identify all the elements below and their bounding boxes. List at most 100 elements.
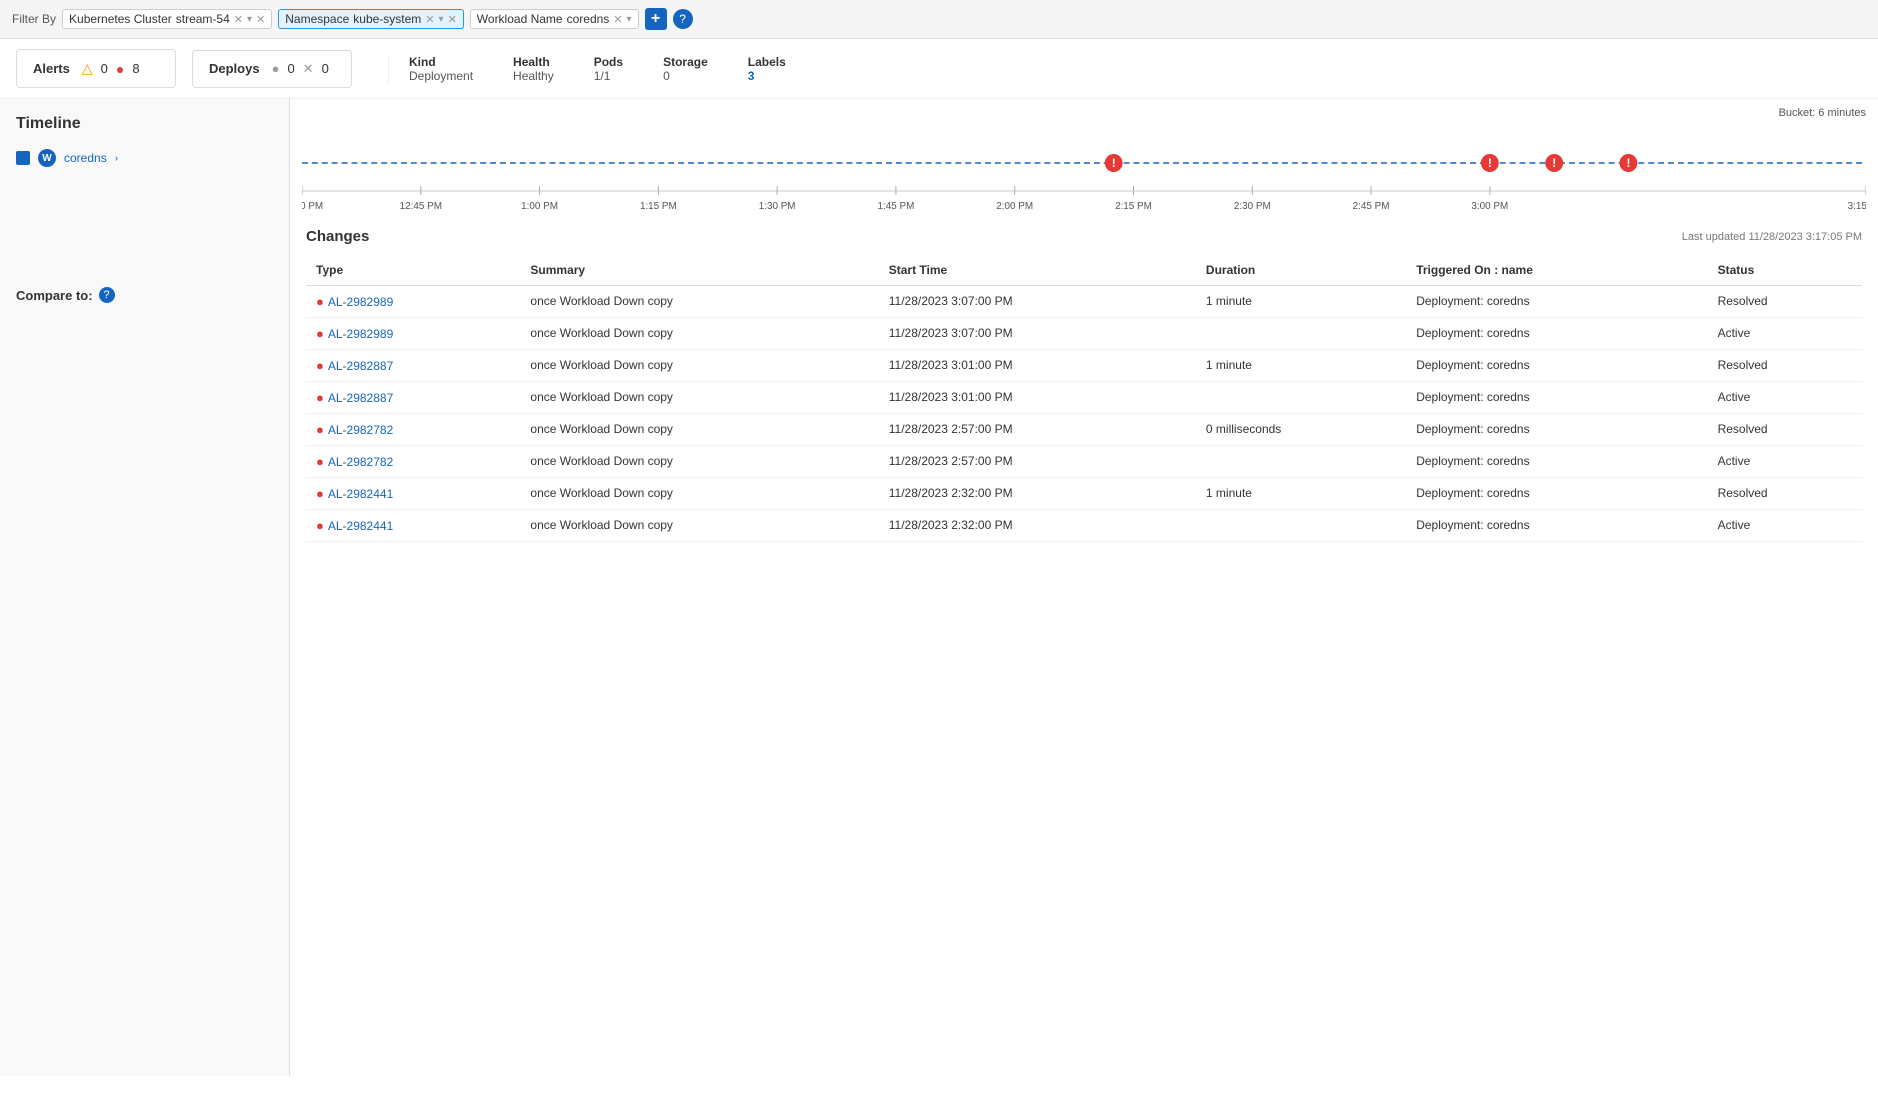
warn-icon: △ <box>82 60 93 77</box>
metric-storage-title: Storage <box>663 55 708 69</box>
metric-pods-title: Pods <box>594 55 623 69</box>
last-updated: Last updated 11/28/2023 3:17:05 PM <box>1682 231 1862 243</box>
alert-link-4[interactable]: AL-2982782 <box>328 423 393 437</box>
metrics-section: Kind Deployment Health Healthy Pods 1/1 … <box>388 55 786 83</box>
cell-start-3: 11/28/2023 3:01:00 PM <box>879 382 1196 414</box>
deploys-label: Deploys <box>209 61 260 76</box>
metric-pods-value: 1/1 <box>594 69 611 83</box>
filter-by-label: Filter By <box>12 12 56 26</box>
cell-summary-4: once Workload Down copy <box>520 414 878 446</box>
cell-start-2: 11/28/2023 3:01:00 PM <box>879 350 1196 382</box>
cell-summary-0: once Workload Down copy <box>520 286 878 318</box>
svg-text:1:00 PM: 1:00 PM <box>521 201 558 212</box>
cell-duration-2: 1 minute <box>1196 350 1406 382</box>
workload-filter-dropdown[interactable]: ▾ <box>627 14 632 25</box>
cell-duration-4: 0 milliseconds <box>1196 414 1406 446</box>
workload-filter-clear[interactable]: ✕ <box>613 13 622 26</box>
svg-text:!: ! <box>1552 156 1556 170</box>
main-content: Timeline W coredns › Compare to: ? Bucke… <box>0 99 1878 1076</box>
cell-start-5: 11/28/2023 2:57:00 PM <box>879 446 1196 478</box>
timeline-coredns-item[interactable]: W coredns › <box>16 149 273 167</box>
k8s-filter-clear[interactable]: ✕ <box>234 13 243 26</box>
cell-type-0: ● AL-2982989 <box>306 286 520 318</box>
filter-add-button[interactable]: + <box>645 8 667 30</box>
cell-duration-7 <box>1196 510 1406 542</box>
filter-chip-workload[interactable]: Workload Name coredns ✕ ▾ <box>470 9 639 29</box>
metric-health: Health Healthy <box>513 55 554 83</box>
cell-start-0: 11/28/2023 3:07:00 PM <box>879 286 1196 318</box>
cell-status-3: Active <box>1708 382 1862 414</box>
cell-start-4: 11/28/2023 2:57:00 PM <box>879 414 1196 446</box>
table-row: ● AL-2982887 once Workload Down copy 11/… <box>306 382 1862 414</box>
alert-link-0[interactable]: AL-2982989 <box>328 295 393 309</box>
namespace-filter-dropdown[interactable]: ▾ <box>439 14 444 25</box>
cell-triggered-3: Deployment: coredns <box>1406 382 1707 414</box>
cell-triggered-4: Deployment: coredns <box>1406 414 1707 446</box>
metric-storage-value: 0 <box>663 69 670 83</box>
metric-kind-value: Deployment <box>409 69 473 83</box>
compare-help-button[interactable]: ? <box>99 287 115 303</box>
cell-status-2: Resolved <box>1708 350 1862 382</box>
metric-labels-value[interactable]: 3 <box>748 69 755 83</box>
svg-text:2:45 PM: 2:45 PM <box>1353 201 1390 212</box>
row-error-icon-0: ● <box>316 294 324 309</box>
alert-link-6[interactable]: AL-2982441 <box>328 487 393 501</box>
cell-summary-6: once Workload Down copy <box>520 478 878 510</box>
namespace-filter-value: kube-system <box>353 12 421 26</box>
table-row: ● AL-2982782 once Workload Down copy 11/… <box>306 446 1862 478</box>
svg-text:!: ! <box>1488 156 1492 170</box>
cell-summary-1: once Workload Down copy <box>520 318 878 350</box>
alert-link-3[interactable]: AL-2982887 <box>328 391 393 405</box>
namespace-filter-remove[interactable]: ✕ <box>448 13 457 26</box>
row-error-icon-4: ● <box>316 422 324 437</box>
row-error-icon-5: ● <box>316 454 324 469</box>
cell-summary-7: once Workload Down copy <box>520 510 878 542</box>
workload-filter-value: coredns <box>567 12 610 26</box>
col-type: Type <box>306 255 520 286</box>
alert-link-5[interactable]: AL-2982782 <box>328 455 393 469</box>
error-count: 8 <box>132 61 139 76</box>
cell-status-6: Resolved <box>1708 478 1862 510</box>
filter-chip-namespace[interactable]: Namespace kube-system ✕ ▾ ✕ <box>278 9 464 29</box>
cell-triggered-7: Deployment: coredns <box>1406 510 1707 542</box>
svg-text:12:45 PM: 12:45 PM <box>400 201 442 212</box>
k8s-filter-label: Kubernetes Cluster <box>69 12 172 26</box>
cell-duration-6: 1 minute <box>1196 478 1406 510</box>
cell-summary-2: once Workload Down copy <box>520 350 878 382</box>
cell-status-1: Active <box>1708 318 1862 350</box>
filter-help-button[interactable]: ? <box>673 9 693 29</box>
metric-pods: Pods 1/1 <box>594 55 623 83</box>
svg-text:1:45 PM: 1:45 PM <box>878 201 915 212</box>
row-error-icon-2: ● <box>316 358 324 373</box>
row-error-icon-3: ● <box>316 390 324 405</box>
namespace-filter-clear[interactable]: ✕ <box>425 13 434 26</box>
metric-labels[interactable]: Labels 3 <box>748 55 786 83</box>
metric-kind-title: Kind <box>409 55 436 69</box>
compare-section: Compare to: ? <box>16 287 273 303</box>
svg-text:3:00 PM: 3:00 PM <box>1471 201 1508 212</box>
cell-duration-1 <box>1196 318 1406 350</box>
metric-labels-title: Labels <box>748 55 786 69</box>
cell-status-4: Resolved <box>1708 414 1862 446</box>
col-status: Status <box>1708 255 1862 286</box>
row-error-icon-6: ● <box>316 486 324 501</box>
k8s-filter-dropdown[interactable]: ▾ <box>247 14 252 25</box>
filter-chip-k8s[interactable]: Kubernetes Cluster stream-54 ✕ ▾ ✕ <box>62 9 272 29</box>
k8s-filter-remove[interactable]: ✕ <box>256 13 265 26</box>
cell-duration-5 <box>1196 446 1406 478</box>
bucket-label: Bucket: 6 minutes <box>290 99 1878 123</box>
table-row: ● AL-2982989 once Workload Down copy 11/… <box>306 318 1862 350</box>
table-row: ● AL-2982989 once Workload Down copy 11/… <box>306 286 1862 318</box>
cell-duration-0: 1 minute <box>1196 286 1406 318</box>
svg-text:!: ! <box>1112 156 1116 170</box>
alert-link-2[interactable]: AL-2982887 <box>328 359 393 373</box>
alert-link-1[interactable]: AL-2982989 <box>328 327 393 341</box>
cell-type-6: ● AL-2982441 <box>306 478 520 510</box>
alerts-card: Alerts △ 0 ● 8 <box>16 49 176 88</box>
sidebar: Timeline W coredns › Compare to: ? <box>0 99 290 1076</box>
col-summary: Summary <box>520 255 878 286</box>
cell-status-5: Active <box>1708 446 1862 478</box>
alert-link-7[interactable]: AL-2982441 <box>328 519 393 533</box>
cell-start-1: 11/28/2023 3:07:00 PM <box>879 318 1196 350</box>
svg-text:1:30 PM: 1:30 PM <box>759 201 796 212</box>
